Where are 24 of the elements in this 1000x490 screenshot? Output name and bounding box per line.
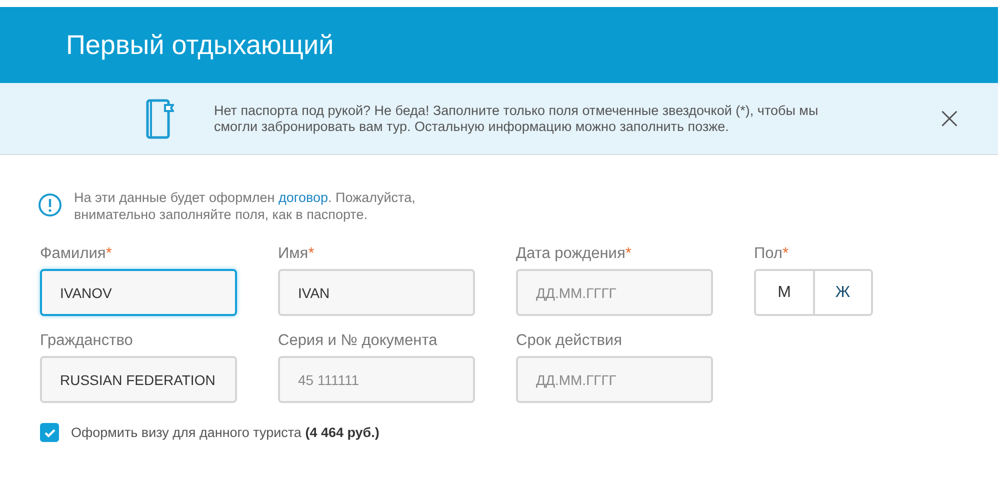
passport-icon <box>146 98 174 138</box>
close-button[interactable]: × <box>930 104 968 134</box>
field-label: Фамилия* <box>40 245 113 264</box>
input-field[interactable]: ДД.ММ.ГГГГ <box>516 269 713 316</box>
gender-option[interactable]: Ж <box>812 271 871 314</box>
field-label: Серия и № документа <box>278 332 438 351</box>
info-text: На эти данные будет оформлен договор. Пожалуйста, внимательно заполняйте поля, как в паспорте. <box>74 189 416 223</box>
input-field[interactable]: 45 111111 <box>278 356 475 403</box>
notice-text: Нет паспорта под рукой? Не беда! Заполните только поля отмеченные звездочкой (*), чтобы мы смогли забронировать вам тур. Остальную информацию можно заполнить позже. <box>214 102 820 134</box>
contract-link[interactable]: договор <box>278 190 328 205</box>
input-field[interactable]: IVANOV <box>40 269 237 316</box>
field-label: Пол* <box>754 245 790 264</box>
input-field[interactable]: ДД.ММ.ГГГГ <box>516 356 713 403</box>
input-field[interactable]: IVAN <box>278 269 475 316</box>
field-label: Имя* <box>278 245 316 264</box>
page-title: Первый отдыхающий <box>66 30 334 60</box>
field-label: Срок действия <box>516 332 623 351</box>
field-label: Гражданство <box>40 332 134 351</box>
visa-label: Оформить визу для данного туриста (4 464 руб.) <box>71 425 380 440</box>
check-icon <box>44 428 56 438</box>
exclamation-icon <box>38 193 62 217</box>
input-field[interactable]: RUSSIAN FEDERATION <box>40 356 237 403</box>
visa-checkbox[interactable] <box>40 423 59 442</box>
field-label: Дата рождения* <box>516 245 632 264</box>
